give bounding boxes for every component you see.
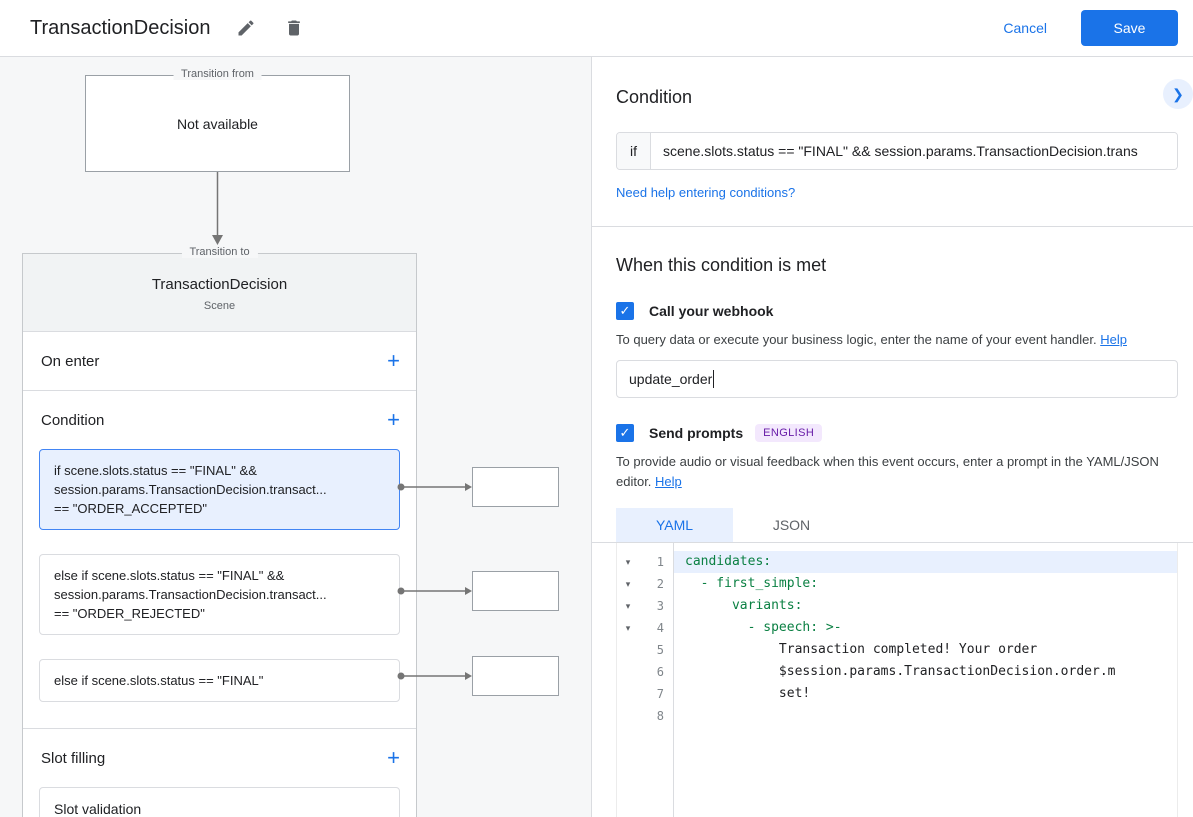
line-number: 1 xyxy=(639,551,673,573)
code-text: $session.params.TransactionDecision.orde… xyxy=(673,661,1177,683)
slot-validation-card[interactable]: Slot validation xyxy=(39,787,400,817)
on-enter-section: On enter + xyxy=(23,332,416,391)
webhook-help-link[interactable]: Help xyxy=(1100,332,1127,347)
line-number: 5 xyxy=(639,639,673,661)
webhook-label: Call your webhook xyxy=(649,303,773,319)
line-number: 7 xyxy=(639,683,673,705)
condition-section-label: Condition xyxy=(41,412,104,429)
page-title: TransactionDecision xyxy=(30,17,210,40)
cancel-button[interactable]: Cancel xyxy=(1003,20,1047,36)
language-badge: ENGLISH xyxy=(755,424,822,442)
add-condition-button[interactable]: + xyxy=(387,409,400,431)
line-number: 4 xyxy=(639,617,673,639)
editor-line: ▾2 - first_simple: xyxy=(617,573,1177,595)
slot-filling-label: Slot filling xyxy=(41,750,105,767)
webhook-input-value: update_order xyxy=(629,371,712,387)
editor-line: 7 set! xyxy=(617,683,1177,705)
tab-json[interactable]: JSON xyxy=(733,508,850,542)
scene-card: Transition to TransactionDecision Scene … xyxy=(22,253,417,817)
fold-spacer xyxy=(617,683,639,705)
webhook-input[interactable]: update_order xyxy=(616,360,1178,398)
transition-from-label: Transition from xyxy=(173,68,262,80)
condition-expression-input[interactable] xyxy=(651,133,1177,169)
webhook-checkbox[interactable]: ✓ xyxy=(616,302,634,320)
transition-target-box-1[interactable] xyxy=(472,467,559,507)
code-text: set! xyxy=(673,683,1177,705)
fold-arrow-icon[interactable]: ▾ xyxy=(617,573,639,595)
scene-canvas: Transition from Not available Transition… xyxy=(0,57,591,817)
line-number: 3 xyxy=(639,595,673,617)
condition-card-list: if scene.slots.status == "FINAL" &&sessi… xyxy=(23,449,416,728)
code-text: candidates: xyxy=(673,551,1177,573)
code-text: - speech: >- xyxy=(673,617,1177,639)
prompts-label: Send prompts xyxy=(649,425,743,441)
check-icon: ✓ xyxy=(620,303,631,319)
scene-header[interactable]: TransactionDecision Scene xyxy=(23,254,416,332)
scene-name: TransactionDecision xyxy=(23,276,416,293)
transition-target-box-2[interactable] xyxy=(472,571,559,611)
editor-tabs: YAMLJSON xyxy=(616,508,1178,542)
fold-spacer xyxy=(617,661,639,683)
fold-arrow-icon[interactable]: ▾ xyxy=(617,551,639,573)
on-enter-label: On enter xyxy=(41,353,99,370)
chevron-right-icon: ❯ xyxy=(1172,86,1184,102)
when-condition-met-title: When this condition is met xyxy=(616,255,1178,276)
text-cursor xyxy=(713,370,714,388)
transition-from-box: Transition from Not available xyxy=(85,75,350,172)
editor-line: 5 Transaction completed! Your order xyxy=(617,639,1177,661)
scene-type-label: Scene xyxy=(23,300,416,312)
prompts-help-link[interactable]: Help xyxy=(655,474,682,489)
edit-icon[interactable] xyxy=(234,16,258,40)
panel-title: Condition xyxy=(616,87,1178,108)
condition-section: Condition + if scene.slots.status == "FI… xyxy=(23,391,416,729)
fold-arrow-icon[interactable]: ▾ xyxy=(617,617,639,639)
code-text xyxy=(673,705,1177,727)
condition-expression-row: if xyxy=(616,132,1178,170)
transition-from-value: Not available xyxy=(177,116,258,132)
fold-spacer xyxy=(617,705,639,727)
code-text: - first_simple: xyxy=(673,573,1177,595)
line-number: 2 xyxy=(639,573,673,595)
save-button[interactable]: Save xyxy=(1081,10,1178,46)
editor-line: ▾1candidates: xyxy=(617,551,1177,573)
slot-filling-section: Slot filling + Slot validation xyxy=(23,729,416,817)
add-slot-button[interactable]: + xyxy=(387,747,400,769)
line-number: 6 xyxy=(639,661,673,683)
collapse-panel-button[interactable]: ❯ xyxy=(1163,79,1193,109)
condition-card[interactable]: else if scene.slots.status == "FINAL" xyxy=(39,659,400,702)
editor-line: ▾4 - speech: >- xyxy=(617,617,1177,639)
if-label: if xyxy=(617,133,651,169)
transition-to-label: Transition to xyxy=(181,246,257,258)
condition-detail-panel: Condition ❯ if Need help entering condit… xyxy=(591,57,1193,817)
condition-card[interactable]: else if scene.slots.status == "FINAL" &&… xyxy=(39,554,400,635)
tab-yaml[interactable]: YAML xyxy=(616,508,733,542)
code-text: Transaction completed! Your order xyxy=(673,639,1177,661)
prompts-checkbox[interactable]: ✓ xyxy=(616,424,634,442)
top-bar: TransactionDecision Cancel Save xyxy=(0,0,1193,57)
check-icon: ✓ xyxy=(620,425,631,441)
line-number: 8 xyxy=(639,705,673,727)
add-on-enter-button[interactable]: + xyxy=(387,350,400,372)
editor-line: 8 xyxy=(617,705,1177,727)
code-text: variants: xyxy=(673,595,1177,617)
editor-line: 6 $session.params.TransactionDecision.or… xyxy=(617,661,1177,683)
webhook-description: To query data or execute your business l… xyxy=(616,330,1178,350)
condition-card[interactable]: if scene.slots.status == "FINAL" &&sessi… xyxy=(39,449,400,530)
delete-icon[interactable] xyxy=(282,16,306,40)
transition-target-box-3[interactable] xyxy=(472,656,559,696)
conditions-help-link[interactable]: Need help entering conditions? xyxy=(616,185,795,200)
editor-line: ▾3 variants: xyxy=(617,595,1177,617)
prompts-description: To provide audio or visual feedback when… xyxy=(616,452,1178,492)
fold-spacer xyxy=(617,639,639,661)
fold-arrow-icon[interactable]: ▾ xyxy=(617,595,639,617)
app-root: TransactionDecision Cancel Save Transiti… xyxy=(0,0,1193,817)
gutter-separator xyxy=(673,543,674,817)
yaml-editor[interactable]: ▾1candidates:▾2 - first_simple:▾3 varian… xyxy=(616,543,1178,817)
